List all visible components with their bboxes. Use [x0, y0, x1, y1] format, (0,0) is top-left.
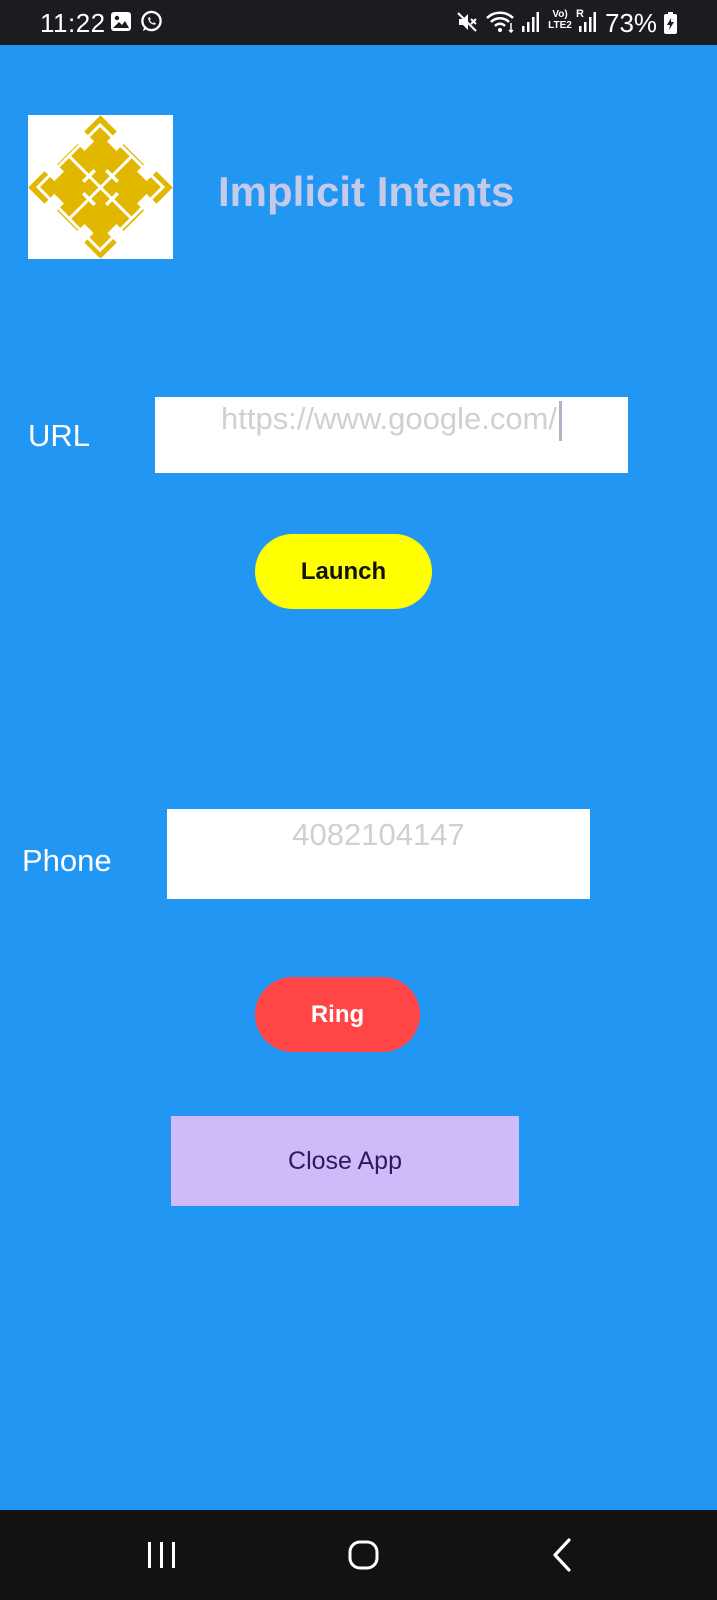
- url-input[interactable]: https://www.google.com/: [155, 397, 628, 473]
- volte-text: Vo): [552, 9, 568, 20]
- page-title: Implicit Intents: [218, 168, 515, 215]
- text-cursor: [559, 401, 562, 441]
- launch-button[interactable]: Launch: [255, 534, 432, 609]
- lte-text: LTE2: [548, 20, 572, 31]
- recents-icon[interactable]: [137, 1532, 187, 1578]
- phone-input-hint: 4082104147: [292, 817, 465, 852]
- volte-icon: Vo) LTE2: [547, 9, 573, 31]
- gallery-icon: [111, 12, 131, 31]
- signal-icon: [579, 12, 596, 32]
- ring-button[interactable]: Ring: [255, 977, 420, 1052]
- battery-percentage: 73%: [605, 8, 658, 38]
- phone-input[interactable]: 4082104147: [167, 809, 590, 899]
- mute-icon: [457, 12, 477, 32]
- url-input-hint: https://www.google.com/: [221, 401, 557, 437]
- home-icon[interactable]: [338, 1532, 388, 1578]
- navigation-bar: [0, 1510, 717, 1600]
- wifi-icon: [486, 11, 514, 33]
- phone-label: Phone: [22, 843, 112, 878]
- signal-icon: [522, 12, 539, 32]
- close-app-button[interactable]: Close App: [171, 1116, 519, 1206]
- url-label: URL: [28, 418, 91, 453]
- status-bar: 11:22 Vo) LTE2 R 73%: [0, 0, 717, 45]
- url-input-hint-row: https://www.google.com/: [155, 401, 628, 441]
- back-icon[interactable]: [538, 1532, 588, 1578]
- status-time: 11:22: [40, 8, 106, 38]
- diamond-lattice-logo-icon: [28, 115, 173, 259]
- whatsapp-icon: [141, 10, 162, 32]
- app-logo: [28, 115, 173, 259]
- battery-charging-icon: [664, 12, 677, 34]
